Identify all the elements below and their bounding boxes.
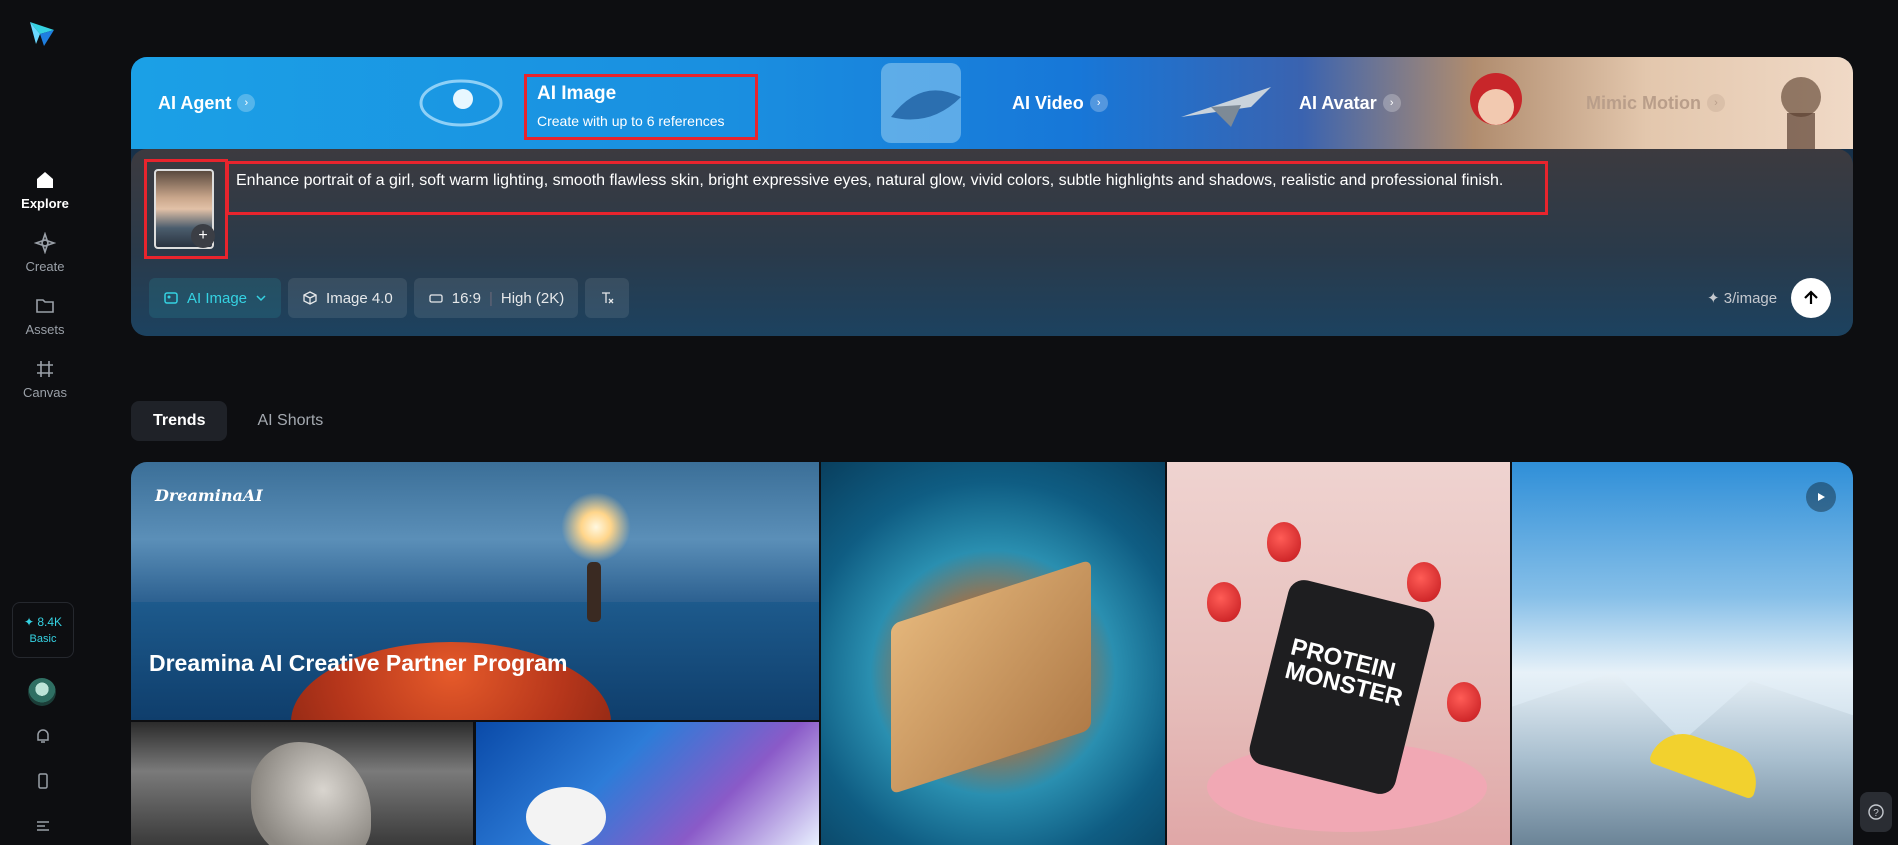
aspect-quality-selector[interactable]: 16:9 | High (2K) [413,278,579,318]
separator: | [488,289,493,307]
feature-tabs: AI Agent › AI Image Create with up to 6 … [131,57,1853,149]
tab-subtitle: Create with up to 6 references [537,113,725,129]
folder-icon [33,294,57,318]
bell-icon[interactable] [33,726,53,746]
whale-art [871,57,981,149]
help-button[interactable]: ? [1860,792,1892,832]
tab-label: AI Agent [158,92,232,113]
help-icon: ? [1868,804,1884,820]
prompt-area: + Enhance portrait of a girl, soft warm … [131,149,1853,336]
nav-label: Assets [25,322,65,337]
chevron-right-icon: › [1707,94,1725,112]
mobile-icon[interactable] [33,771,53,791]
nav-label: Explore [21,196,69,211]
gallery-item-isometric-ruins[interactable] [821,462,1165,845]
plan-label: Basic [29,633,57,645]
cube-icon [303,291,317,305]
chevron-right-icon: › [1089,94,1108,112]
avatar-girl-art [1451,57,1541,149]
app-logo-icon[interactable] [26,18,58,50]
sparkle-icon [33,231,57,255]
gallery-item-polar-bear[interactable] [476,722,819,845]
creation-panel: AI Agent › AI Image Create with up to 6 … [131,57,1853,336]
aspect-ratio-icon [429,294,443,303]
plane-art [1171,57,1281,149]
tab-mimic-motion[interactable]: Mimic Motion › [1586,57,1725,149]
strawberry [1447,682,1481,722]
text-style-button[interactable] [585,278,630,318]
image-mode-icon [164,292,178,304]
credits-badge[interactable]: ✦ 8.4K Basic [12,602,74,658]
figure-silhouette [587,562,601,622]
canvas-icon [33,357,57,381]
gallery-item-paraglider[interactable] [1512,462,1853,845]
chevron-down-icon [256,295,266,302]
sidebar: Explore Create Assets Canvas ✦ 8.4K Basi… [0,0,90,845]
text-format-icon [602,292,614,304]
chevron-right-icon: › [1382,94,1401,112]
light-burst [561,492,631,562]
dancer-art [1751,57,1851,149]
generate-button[interactable] [1791,278,1831,318]
tab-trends[interactable]: Trends [131,401,228,441]
model-label: Image 4.0 [326,289,393,307]
tab-ai-shorts[interactable]: AI Shorts [235,401,345,441]
menu-icon[interactable] [33,816,53,836]
tab-ai-agent[interactable]: AI Agent › [158,57,256,149]
nav-canvas[interactable]: Canvas [0,357,90,413]
ruins-island [891,559,1091,795]
tab-label: AI Image [537,83,617,104]
creative-partner-banner[interactable]: DreaminaAI Dreamina AI Creative Partner … [131,462,819,720]
tab-ai-video[interactable]: AI Video › [1012,57,1108,149]
strawberry [1267,522,1301,562]
banner-caption: Dreamina AI Creative Partner Program [149,650,568,676]
ratio-label: 16:9 [451,289,481,307]
nav-explore[interactable]: Explore [0,168,90,224]
tab-ai-image[interactable]: AI Image Create with up to 6 references [524,74,758,140]
mode-dropdown[interactable]: AI Image [149,278,282,318]
nav-create[interactable]: Create [0,231,90,287]
nav-assets[interactable]: Assets [0,294,90,350]
avatar[interactable] [28,678,56,706]
tab-ai-avatar[interactable]: AI Avatar › [1299,57,1401,149]
generation-toolbar: AI Image Image 4.0 16:9 | High (2K) [149,278,630,318]
nav-label: Create [25,259,65,274]
polar-bear [526,787,606,845]
svg-text:?: ? [1873,808,1879,819]
tab-label: AI Video [1012,92,1084,113]
quality-label: High (2K) [500,289,565,307]
gallery-item-protein-tub[interactable]: PROTEIN MONSTER [1167,462,1510,845]
mode-label: AI Image [187,289,248,307]
play-icon[interactable] [1806,482,1836,512]
tab-label: AI Avatar [1299,92,1377,113]
strawberry [1207,582,1241,622]
model-selector[interactable]: Image 4.0 [288,278,407,318]
prompt-text[interactable]: Enhance portrait of a girl, soft warm li… [236,172,1545,190]
nav-label: Canvas [22,385,68,400]
credits-value: ✦ 8.4K [23,615,63,629]
strawberry [1407,562,1441,602]
brand-logo: DreaminaAI [155,486,263,505]
tab-label: Mimic Motion [1586,92,1701,113]
home-icon [33,168,57,192]
arrow-up-icon [1804,290,1818,304]
add-reference-icon[interactable]: + [191,224,215,248]
section-tabs: Trends AI Shorts [131,401,345,441]
cost-label: ✦ 3/image [1707,290,1778,307]
prompt-input[interactable]: Enhance portrait of a girl, soft warm li… [226,161,1548,215]
statue-head [251,742,371,845]
gallery-item-statue[interactable] [131,722,473,845]
astronaut-art [401,57,521,149]
chevron-right-icon: › [237,94,256,112]
reference-image-slot[interactable]: + [144,159,228,259]
